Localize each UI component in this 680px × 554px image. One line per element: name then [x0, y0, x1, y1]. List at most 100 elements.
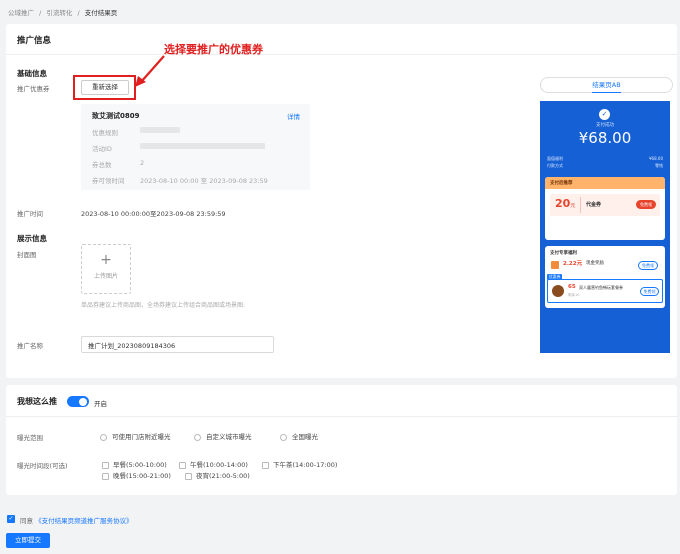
activity-id-label: 活动ID: [92, 145, 112, 153]
breadcrumb-sep: /: [39, 9, 42, 17]
voucher-tile: 20元 代金券 免费领: [550, 194, 660, 216]
upload-image-box[interactable]: + 上传图片: [81, 244, 131, 294]
exposure-label: 曝光范围: [17, 434, 43, 442]
gift-icon: [551, 261, 559, 269]
coupon-detail-box: 致艾测试0809 详情 优惠规则 活动ID 券总数 2 券可领时间 2023-0…: [81, 104, 310, 190]
coupon-time-value: 2023-08-10 00:00 至 2023-09-08 23:59: [140, 177, 268, 185]
exposure-option-label: 可使用门店附近曝光: [112, 433, 171, 441]
coupon-time-label: 券可领时间: [92, 177, 125, 185]
period-option-label: 午餐(10:00-14:00): [190, 461, 248, 469]
upload-text: 上传图片: [93, 273, 118, 280]
annotation-arrow-icon: [135, 55, 165, 87]
period-afternoon-tea[interactable]: 下午茶(14:00-17:00): [262, 459, 337, 469]
promo-time-value: 2023-08-10 00:00:00至2023-09-08 23:59:59: [81, 210, 226, 218]
agree-prefix: 同意: [20, 517, 33, 525]
checkbox-icon: [102, 461, 109, 469]
exposure-radio-national[interactable]: 全国曝光: [280, 431, 318, 441]
breadcrumb-sep: /: [77, 9, 80, 17]
welfare-item-2-sub: 剩余10: [568, 293, 580, 297]
cover-label: 封面图: [17, 251, 37, 259]
period-option-label: 下午茶(14:00-17:00): [273, 461, 338, 469]
welfare-item-2: 优惠券 65 双人露营钓鱼畅玩套餐券 剩余10 免费领: [547, 274, 663, 303]
period-breakfast[interactable]: 早餐(5:00-10:00): [102, 459, 167, 469]
promo-name-input[interactable]: [81, 336, 274, 353]
coupon-detail-link[interactable]: 详情: [287, 111, 300, 121]
welfare-item-1-button[interactable]: 免费领: [638, 261, 658, 270]
promo-name-label: 推广名称: [17, 342, 43, 350]
checkbox-icon: [262, 461, 269, 469]
preview-tab-label: 结果页AB: [592, 78, 621, 93]
upload-hint: 单品券建议上传商品图，全场券建议上传组合商品图或场景图:: [81, 302, 246, 309]
welfare-card: 支付专享福利 2.22元 现金奖励 免费领 优惠券 65 双人露营钓鱼畅玩套餐券…: [545, 246, 665, 308]
period-late-night[interactable]: 夜宵(21:00-5:00): [185, 470, 250, 480]
push-toggle[interactable]: [67, 396, 89, 407]
preview-tab[interactable]: 结果页AB: [540, 77, 673, 93]
period-option-label: 夜宵(21:00-5:00): [196, 472, 250, 480]
reselect-button[interactable]: 重新选择: [81, 80, 129, 95]
preview-phone: ✓ 支付成功 ¥68.00 面值福利 ¥68.00 付款方式 零钱 支付后推荐 …: [540, 101, 670, 353]
preview-row-left: 面值福利: [547, 156, 563, 161]
radio-circle-icon: [100, 433, 107, 441]
breadcrumb-item-current: 支付结果页: [84, 9, 118, 17]
rec-card: 支付后推荐 20元 代金券 免费领: [545, 177, 665, 240]
breadcrumb-item-1[interactable]: 公域推广: [8, 9, 34, 17]
radio-circle-icon: [194, 433, 201, 441]
preview-row-right: ¥68.00: [649, 156, 663, 161]
voucher-amount: 20元: [555, 197, 575, 210]
checkbox-icon: [102, 472, 109, 480]
agreement-text: 同意 《支付结果页频道推广服务协议》: [20, 515, 133, 525]
preview-row2-right: 零钱: [655, 163, 663, 168]
checkbox-icon: [179, 461, 186, 469]
plus-icon: +: [100, 252, 112, 268]
voucher-divider: [580, 197, 581, 213]
breadcrumb-item-2[interactable]: 引流转化: [46, 9, 72, 17]
preview-amount: ¥68.00: [578, 129, 632, 147]
exposure-radio-city[interactable]: 自定义城市曝光: [194, 431, 252, 441]
push-title: 我想这么推: [17, 397, 57, 406]
display-info-title: 展示信息: [17, 234, 47, 243]
section-title: 推广信息: [17, 36, 52, 46]
period-option-label: 早餐(5:00-10:00): [113, 461, 167, 469]
period-option-label: 晚餐(15:00-21:00): [113, 472, 171, 480]
food-thumbnail-icon: [552, 285, 564, 297]
period-lunch[interactable]: 午餐(10:00-14:00): [179, 459, 248, 469]
agree-checkbox[interactable]: ✓: [7, 515, 15, 523]
exposure-radio-nearby[interactable]: 可使用门店附近曝光: [100, 431, 171, 441]
rec-title: 支付后推荐: [550, 181, 573, 186]
success-icon: ✓: [599, 109, 610, 120]
welfare-item-1-amount: 2.22元: [563, 261, 583, 267]
coupon-rule-label: 优惠规则: [92, 129, 118, 137]
coupon-total-value: 2: [140, 159, 145, 167]
coupon-tag: 优惠券: [547, 274, 563, 280]
breadcrumb: 公域推广 / 引流转化 / 支付结果页: [8, 7, 117, 17]
preview-row2-left: 付款方式: [547, 163, 563, 168]
welfare-item-1-name: 现金奖励: [586, 261, 604, 266]
voucher-claim-button[interactable]: 免费领: [636, 200, 656, 209]
checkbox-icon: [185, 472, 192, 480]
period-dinner[interactable]: 晚餐(15:00-21:00): [102, 470, 171, 480]
coupon-label: 推广优惠券: [17, 85, 50, 93]
coupon-rule-value-redacted: [140, 127, 180, 133]
activity-id-value-redacted: [140, 143, 265, 149]
agreement-link[interactable]: 《支付结果页频道推广服务协议》: [35, 517, 133, 525]
voucher-name: 代金券: [586, 202, 602, 208]
welfare-item-2-amount: 65: [568, 284, 576, 290]
welfare-item-2-name: 双人露营钓鱼畅玩套餐券: [579, 285, 623, 290]
submit-button[interactable]: 立即提交: [6, 533, 50, 548]
period-label: 曝光时间段(可选): [17, 462, 68, 470]
divider: [6, 416, 677, 417]
coupon-total-label: 券总数: [92, 161, 112, 169]
exposure-option-label: 自定义城市曝光: [206, 433, 252, 441]
divider: [6, 54, 677, 55]
annotation-text: 选择要推广的优惠券: [164, 43, 263, 56]
toggle-knob: [79, 397, 87, 406]
paid-text: 支付成功: [596, 123, 614, 128]
welfare-title: 支付专享福利: [550, 251, 577, 256]
basic-info-title: 基础信息: [17, 69, 47, 78]
exposure-option-label: 全国曝光: [292, 433, 318, 441]
voucher-amount-unit: 元: [570, 203, 576, 209]
welfare-item-2-button[interactable]: 免费领: [640, 287, 659, 296]
welfare-item-1: 2.22元 现金奖励 免费领: [550, 259, 660, 273]
promo-info-card: 推广信息 基础信息 推广优惠券 重新选择 选择要推广的优惠券 致艾测试0809 …: [6, 24, 677, 378]
push-toggle-label: 开启: [94, 400, 107, 408]
